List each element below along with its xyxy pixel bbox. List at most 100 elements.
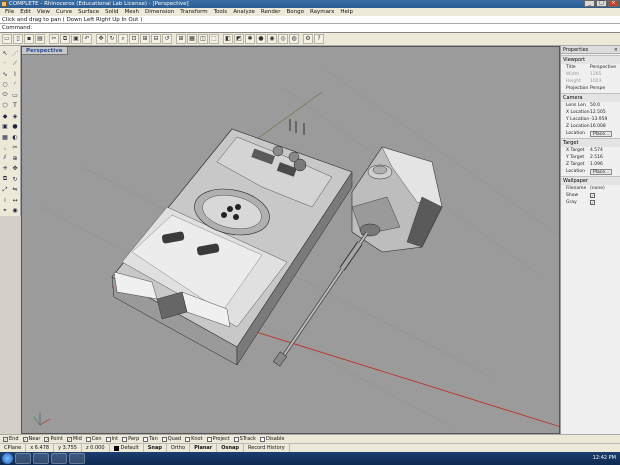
osnap-checkbox[interactable] [105, 436, 111, 442]
select-arrow-icon[interactable]: ↖ [0, 48, 10, 58]
osnap-checkbox[interactable] [85, 436, 91, 442]
osnap-checkbox[interactable] [185, 436, 191, 442]
start-button-icon[interactable] [2, 453, 13, 464]
circle-icon[interactable]: ○ [0, 80, 10, 90]
options-icon[interactable]: ⚙ [303, 34, 313, 44]
point-icon[interactable]: · [0, 59, 10, 69]
zoom-extents-icon[interactable]: ⊞ [140, 34, 150, 44]
osnap-tan[interactable]: Tan [143, 436, 158, 442]
osnap-checkbox[interactable] [122, 436, 128, 442]
x-target-field[interactable]: 4.574 [590, 147, 620, 154]
osnap-checkbox[interactable] [206, 436, 212, 442]
menu-item-solid[interactable]: Solid [102, 9, 121, 15]
taskbar-app-icon[interactable] [51, 453, 67, 464]
help-icon[interactable]: ? [314, 34, 324, 44]
tank-hull-model[interactable] [111, 119, 353, 366]
command-line-input[interactable]: Command: [0, 24, 620, 33]
lens-length-field[interactable]: 50.0 [590, 102, 620, 109]
osnap-checkbox[interactable] [233, 436, 239, 442]
osnap-checkbox[interactable]: ✓ [3, 436, 8, 442]
x-location-field[interactable]: 12.505 [590, 109, 620, 116]
osnap-cen[interactable]: Cen [85, 436, 102, 442]
osnap-checkbox[interactable]: ✓ [22, 436, 28, 442]
y-location-field[interactable]: -13.959 [590, 116, 620, 123]
move-icon[interactable]: ✥ [10, 164, 20, 174]
perspective-viewport[interactable]: Perspective [21, 46, 560, 434]
pan-icon[interactable]: ✥ [96, 34, 106, 44]
taskbar-app-icon[interactable] [69, 453, 85, 464]
print-icon[interactable]: ▤ [35, 34, 45, 44]
curve-icon[interactable]: ∿ [0, 69, 10, 79]
ellipse-icon[interactable]: ⬭ [0, 90, 10, 100]
freeform-curve-icon[interactable]: ⌇ [10, 69, 20, 79]
select-points-icon[interactable]: ⋰ [10, 48, 20, 58]
explode-icon[interactable]: ✳ [0, 164, 10, 174]
join-icon[interactable]: ⊕ [10, 153, 20, 163]
surface-icon[interactable]: ◆ [0, 111, 10, 121]
osnap-checkbox[interactable]: ✓ [44, 436, 50, 442]
menu-item-file[interactable]: File [2, 9, 17, 15]
maximize-button[interactable]: □ [596, 0, 607, 7]
fillet-icon[interactable]: ◟ [0, 143, 10, 153]
osnap-perp[interactable]: Perp [122, 436, 139, 442]
menu-item-render[interactable]: Render [258, 9, 284, 15]
menu-item-raymarx[interactable]: Raymarx [307, 9, 337, 15]
camera-place-button[interactable]: Place... [590, 130, 613, 137]
undo-view-icon[interactable]: ↺ [162, 34, 172, 44]
menu-item-edit[interactable]: Edit [17, 9, 34, 15]
undo-icon[interactable]: ↶ [82, 34, 92, 44]
osnap-point[interactable]: ✓ Point [44, 436, 63, 442]
set-view-icon[interactable]: ◫ [198, 34, 208, 44]
osnap-checkbox[interactable] [143, 436, 149, 442]
osnap-end[interactable]: ✓ End [3, 436, 19, 442]
mesh-icon[interactable]: ▦ [0, 132, 10, 142]
y-target-field[interactable]: 2.516 [590, 154, 620, 161]
filename-select[interactable]: (none) [590, 185, 620, 192]
osnap-strack[interactable]: STrack [233, 436, 256, 442]
scale-icon[interactable]: ⤢ [0, 185, 10, 195]
zoom-icon[interactable]: ⌕ [118, 34, 128, 44]
render-tool-icon[interactable]: ◉ [10, 206, 20, 216]
system-clock[interactable]: 12:42 PM [593, 452, 616, 465]
osnap-checkbox[interactable]: ✓ [66, 436, 72, 442]
dimension-icon[interactable]: ↔ [10, 195, 20, 205]
menu-item-view[interactable]: View [34, 9, 53, 15]
osnap-knot[interactable]: Knot [185, 436, 203, 442]
polygon-icon[interactable]: ⬡ [0, 101, 10, 111]
viewport-tab-perspective[interactable]: Perspective [22, 47, 68, 55]
new-file-icon[interactable]: ▭ [2, 34, 12, 44]
osnap-checkbox[interactable] [161, 436, 167, 442]
projection-select[interactable]: Perspe [590, 85, 620, 92]
analyze-icon[interactable]: ⌖ [0, 206, 10, 216]
osnap-mid[interactable]: ✓ Mid [66, 436, 82, 442]
cplane-icon[interactable]: ▦ [187, 34, 197, 44]
properties-icon[interactable]: ◩ [234, 34, 244, 44]
osnap-int[interactable]: Int [105, 436, 118, 442]
taskbar-app-icon[interactable] [15, 453, 31, 464]
extrude-icon[interactable]: ◈ [10, 111, 20, 121]
arc-icon[interactable]: ◜ [10, 80, 20, 90]
menu-item-mesh[interactable]: Mesh [122, 9, 142, 15]
menu-item-dimension[interactable]: Dimension [142, 9, 177, 15]
render-icon[interactable]: ◉ [267, 34, 277, 44]
panel-close-icon[interactable]: × [614, 46, 618, 54]
sphere-icon[interactable]: ● [10, 122, 20, 132]
split-icon[interactable]: ⫽ [0, 153, 10, 163]
text-icon[interactable]: T [10, 101, 20, 111]
osnap-checkbox[interactable] [259, 436, 265, 442]
osnap-disable[interactable]: Disable [259, 436, 285, 442]
menu-item-surface[interactable]: Surface [75, 9, 102, 15]
render-preview-icon[interactable]: ◎ [278, 34, 288, 44]
save-file-icon[interactable]: ▪ [24, 34, 34, 44]
cut-icon[interactable]: ✂ [49, 34, 59, 44]
target-place-button[interactable]: Place... [590, 168, 613, 175]
shade-icon[interactable]: ● [256, 34, 266, 44]
menu-item-analyze[interactable]: Analyze [230, 9, 258, 15]
select-icon[interactable]: ⬚ [209, 34, 219, 44]
title-field[interactable]: Perspective [590, 64, 620, 71]
menu-item-help[interactable]: Help [337, 9, 356, 15]
mirror-icon[interactable]: ⇋ [10, 185, 20, 195]
z-location-field[interactable]: 16.008 [590, 123, 620, 130]
trim-icon[interactable]: ✂ [10, 143, 20, 153]
minimize-button[interactable]: _ [584, 0, 595, 7]
